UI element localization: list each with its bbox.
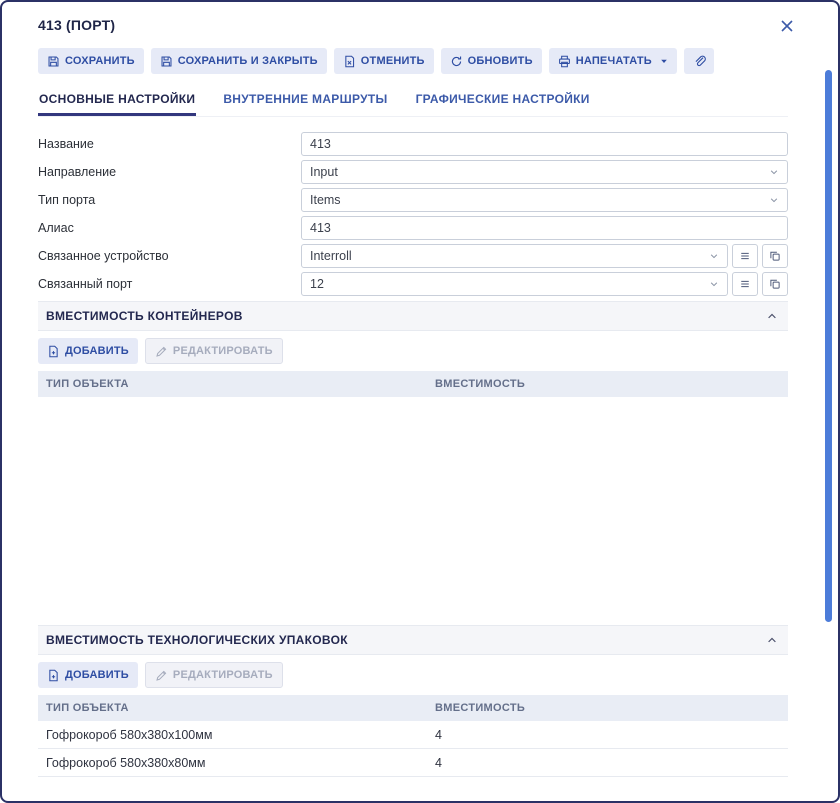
save-and-close-button-label: СОХРАНИТЬ И ЗАКРЫТЬ: [178, 55, 318, 67]
save-close-icon: [160, 55, 173, 68]
linked-port-list-button[interactable]: [732, 272, 758, 296]
form-row-name: Название: [38, 132, 788, 156]
cancel-button-label: ОТМЕНИТЬ: [361, 55, 425, 67]
section-header-tech-packaging[interactable]: ВМЕСТИМОСТЬ ТЕХНОЛОГИЧЕСКИХ УПАКОВОК: [38, 625, 788, 655]
containers-edit-button[interactable]: РЕДАКТИРОВАТЬ: [145, 338, 283, 364]
form-row-direction: Направление Input: [38, 160, 788, 184]
add-file-icon: [47, 669, 60, 682]
section-title: ВМЕСТИМОСТЬ ТЕХНОЛОГИЧЕСКИХ УПАКОВОК: [46, 633, 348, 647]
direction-label: Направление: [38, 165, 301, 179]
direction-value: Input: [310, 165, 338, 179]
name-label: Название: [38, 137, 301, 151]
toolbar: СОХРАНИТЬ СОХРАНИТЬ И ЗАКРЫТЬ ОТМЕНИТЬ О…: [38, 48, 788, 74]
save-button-label: СОХРАНИТЬ: [65, 55, 135, 67]
linked-device-value: Interroll: [310, 249, 352, 263]
name-input[interactable]: [301, 132, 788, 156]
tab-bar: ОСНОВНЫЕ НАСТРОЙКИ ВНУТРЕННИЕ МАРШРУТЫ Г…: [38, 88, 788, 117]
save-and-close-button[interactable]: СОХРАНИТЬ И ЗАКРЫТЬ: [151, 48, 327, 74]
refresh-icon: [450, 55, 463, 68]
section-header-containers[interactable]: ВМЕСТИМОСТЬ КОНТЕЙНЕРОВ: [38, 301, 788, 331]
cancel-button[interactable]: ОТМЕНИТЬ: [334, 48, 434, 74]
refresh-button[interactable]: ОБНОВИТЬ: [441, 48, 542, 74]
cell-object-type: Гофрокороб 580х380х80мм: [46, 756, 435, 770]
linked-device-list-button[interactable]: [732, 244, 758, 268]
chevron-down-icon: [660, 57, 668, 65]
tech-packaging-add-label: ДОБАВИТЬ: [65, 669, 129, 681]
linked-device-copy-button[interactable]: [762, 244, 788, 268]
chevron-down-icon: [769, 167, 779, 177]
close-button[interactable]: [778, 17, 796, 35]
port-dialog: 413 (ПОРТ) СОХРАНИТЬ СОХРАНИТЬ И ЗАКРЫТЬ: [0, 0, 840, 803]
tech-packaging-add-button[interactable]: ДОБАВИТЬ: [38, 662, 138, 688]
containers-table: ТИП ОБЪЕКТА ВМЕСТИМОСТЬ: [38, 371, 788, 625]
containers-edit-label: РЕДАКТИРОВАТЬ: [173, 345, 273, 357]
form-row-alias: Алиас: [38, 216, 788, 240]
cell-capacity: 4: [435, 728, 780, 742]
linked-device-select[interactable]: Interroll: [301, 244, 728, 268]
vertical-scrollbar[interactable]: [825, 70, 832, 622]
tech-packaging-edit-label: РЕДАКТИРОВАТЬ: [173, 669, 273, 681]
pencil-icon: [155, 345, 168, 358]
column-header-capacity: ВМЕСТИМОСТЬ: [435, 378, 780, 390]
pencil-icon: [155, 669, 168, 682]
chevron-up-icon[interactable]: [766, 634, 778, 646]
containers-add-label: ДОБАВИТЬ: [65, 345, 129, 357]
add-file-icon: [47, 345, 60, 358]
column-header-object-type: ТИП ОБЪЕКТА: [46, 702, 435, 714]
table-row[interactable]: Гофрокороб 580х380х80мм 4: [38, 749, 788, 777]
chevron-down-icon: [709, 279, 719, 289]
tech-packaging-edit-button[interactable]: РЕДАКТИРОВАТЬ: [145, 662, 283, 688]
port-type-select[interactable]: Items: [301, 188, 788, 212]
list-icon: [739, 278, 751, 290]
linked-port-select[interactable]: 12: [301, 272, 728, 296]
print-button-label: НАПЕЧАТАТЬ: [576, 55, 652, 67]
copy-icon: [769, 278, 781, 290]
alias-input[interactable]: [301, 216, 788, 240]
page-title: 413 (ПОРТ): [38, 17, 115, 33]
tab-graphic-settings[interactable]: ГРАФИЧЕСКИЕ НАСТРОЙКИ: [415, 88, 591, 116]
containers-table-empty-body: [38, 397, 788, 625]
linked-port-copy-button[interactable]: [762, 272, 788, 296]
alias-label: Алиас: [38, 221, 301, 235]
dialog-header: 413 (ПОРТ): [38, 2, 788, 35]
tech-packaging-table: ТИП ОБЪЕКТА ВМЕСТИМОСТЬ Гофрокороб 580х3…: [38, 695, 788, 777]
list-icon: [739, 250, 751, 262]
column-header-object-type: ТИП ОБЪЕКТА: [46, 378, 435, 390]
port-type-label: Тип порта: [38, 193, 301, 207]
tab-internal-routes[interactable]: ВНУТРЕННИЕ МАРШРУТЫ: [222, 88, 388, 116]
refresh-button-label: ОБНОВИТЬ: [468, 55, 533, 67]
containers-table-header: ТИП ОБЪЕКТА ВМЕСТИМОСТЬ: [38, 371, 788, 397]
save-icon: [47, 55, 60, 68]
port-form: Название Направление Input Тип пор: [38, 132, 788, 296]
form-row-port-type: Тип порта Items: [38, 188, 788, 212]
containers-add-button[interactable]: ДОБАВИТЬ: [38, 338, 138, 364]
port-type-value: Items: [310, 193, 341, 207]
linked-port-label: Связанный порт: [38, 277, 301, 291]
form-row-linked-port: Связанный порт 12: [38, 272, 788, 296]
copy-icon: [769, 250, 781, 262]
table-row[interactable]: Гофрокороб 580х380х100мм 4: [38, 721, 788, 749]
save-button[interactable]: СОХРАНИТЬ: [38, 48, 144, 74]
cancel-icon: [343, 55, 356, 68]
attachment-button[interactable]: [684, 48, 714, 74]
chevron-up-icon[interactable]: [766, 310, 778, 322]
section-title: ВМЕСТИМОСТЬ КОНТЕЙНЕРОВ: [46, 309, 243, 323]
tech-packaging-table-header: ТИП ОБЪЕКТА ВМЕСТИМОСТЬ: [38, 695, 788, 721]
print-button[interactable]: НАПЕЧАТАТЬ: [549, 48, 677, 74]
linked-port-value: 12: [310, 277, 324, 291]
column-header-capacity: ВМЕСТИМОСТЬ: [435, 702, 780, 714]
paperclip-icon: [692, 54, 706, 68]
close-icon: [778, 17, 796, 35]
chevron-down-icon: [709, 251, 719, 261]
direction-select[interactable]: Input: [301, 160, 788, 184]
tab-main-settings[interactable]: ОСНОВНЫЕ НАСТРОЙКИ: [38, 88, 196, 116]
cell-capacity: 4: [435, 756, 780, 770]
print-icon: [558, 55, 571, 68]
tech-packaging-actions: ДОБАВИТЬ РЕДАКТИРОВАТЬ: [38, 662, 788, 688]
form-row-linked-device: Связанное устройство Interroll: [38, 244, 788, 268]
containers-actions: ДОБАВИТЬ РЕДАКТИРОВАТЬ: [38, 338, 788, 364]
cell-object-type: Гофрокороб 580х380х100мм: [46, 728, 435, 742]
linked-device-label: Связанное устройство: [38, 249, 301, 263]
chevron-down-icon: [769, 195, 779, 205]
